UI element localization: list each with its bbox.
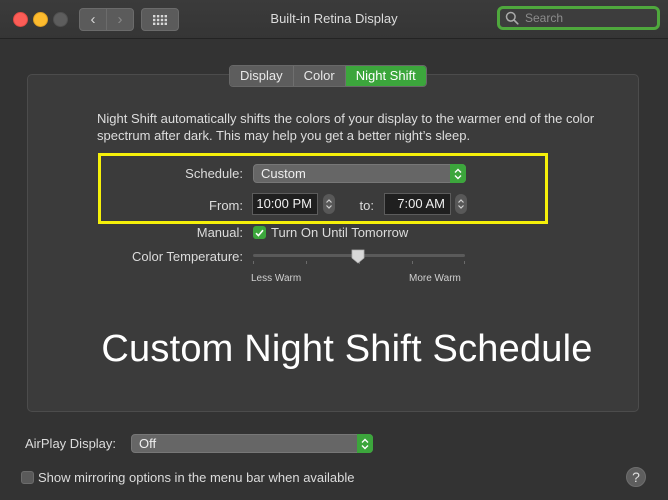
night-shift-description: Night Shift automatically shifts the col… — [97, 111, 595, 143]
slider-tick — [464, 261, 465, 264]
checkmark-icon — [255, 229, 264, 237]
color-temperature-slider-knob[interactable] — [351, 249, 365, 264]
grid-icon — [153, 14, 167, 25]
tab-display[interactable]: Display — [230, 66, 294, 86]
search-icon — [505, 11, 519, 25]
slider-tick — [253, 261, 254, 264]
forward-button[interactable]: › — [106, 8, 134, 31]
zoom-window-button[interactable] — [53, 12, 68, 27]
less-warm-label: Less Warm — [251, 273, 302, 284]
more-warm-label: More Warm — [409, 273, 461, 284]
overlay-caption: Custom Night Shift Schedule — [101, 328, 593, 370]
airplay-display-label: AirPlay Display: — [25, 436, 117, 451]
back-button[interactable]: ‹ — [79, 8, 107, 31]
window-title: Built-in Retina Display — [270, 11, 398, 26]
slider-tick — [306, 261, 307, 264]
popup-arrows-icon — [357, 434, 373, 453]
slider-tick — [412, 261, 413, 264]
airplay-display-value: Off — [139, 436, 157, 451]
schedule-highlight-box — [98, 153, 548, 224]
tab-color[interactable]: Color — [293, 66, 346, 86]
search-field[interactable] — [497, 6, 660, 30]
mirroring-checkbox[interactable] — [21, 471, 34, 484]
chevron-right-icon: › — [117, 11, 123, 28]
chevron-left-icon: ‹ — [90, 11, 96, 28]
title-bar: ‹ › Built-in Retina Display — [0, 0, 668, 39]
close-window-button[interactable] — [13, 12, 28, 27]
preferences-window: ‹ › Built-in Retina Display Di — [0, 0, 668, 500]
airplay-display-popup[interactable]: Off — [131, 434, 373, 453]
help-button[interactable]: ? — [626, 467, 646, 487]
manual-checkbox[interactable] — [253, 226, 266, 239]
search-input[interactable] — [523, 10, 657, 26]
tab-bar: Display Color Night Shift — [229, 65, 427, 87]
manual-label: Manual: — [196, 225, 243, 240]
show-all-button[interactable] — [141, 8, 179, 31]
tab-night-shift[interactable]: Night Shift — [345, 66, 426, 86]
minimize-window-button[interactable] — [33, 12, 48, 27]
color-temperature-label: Color Temperature: — [131, 249, 243, 264]
manual-checkbox-label: Turn On Until Tomorrow — [271, 225, 409, 240]
mirroring-checkbox-label: Show mirroring options in the menu bar w… — [38, 470, 355, 485]
